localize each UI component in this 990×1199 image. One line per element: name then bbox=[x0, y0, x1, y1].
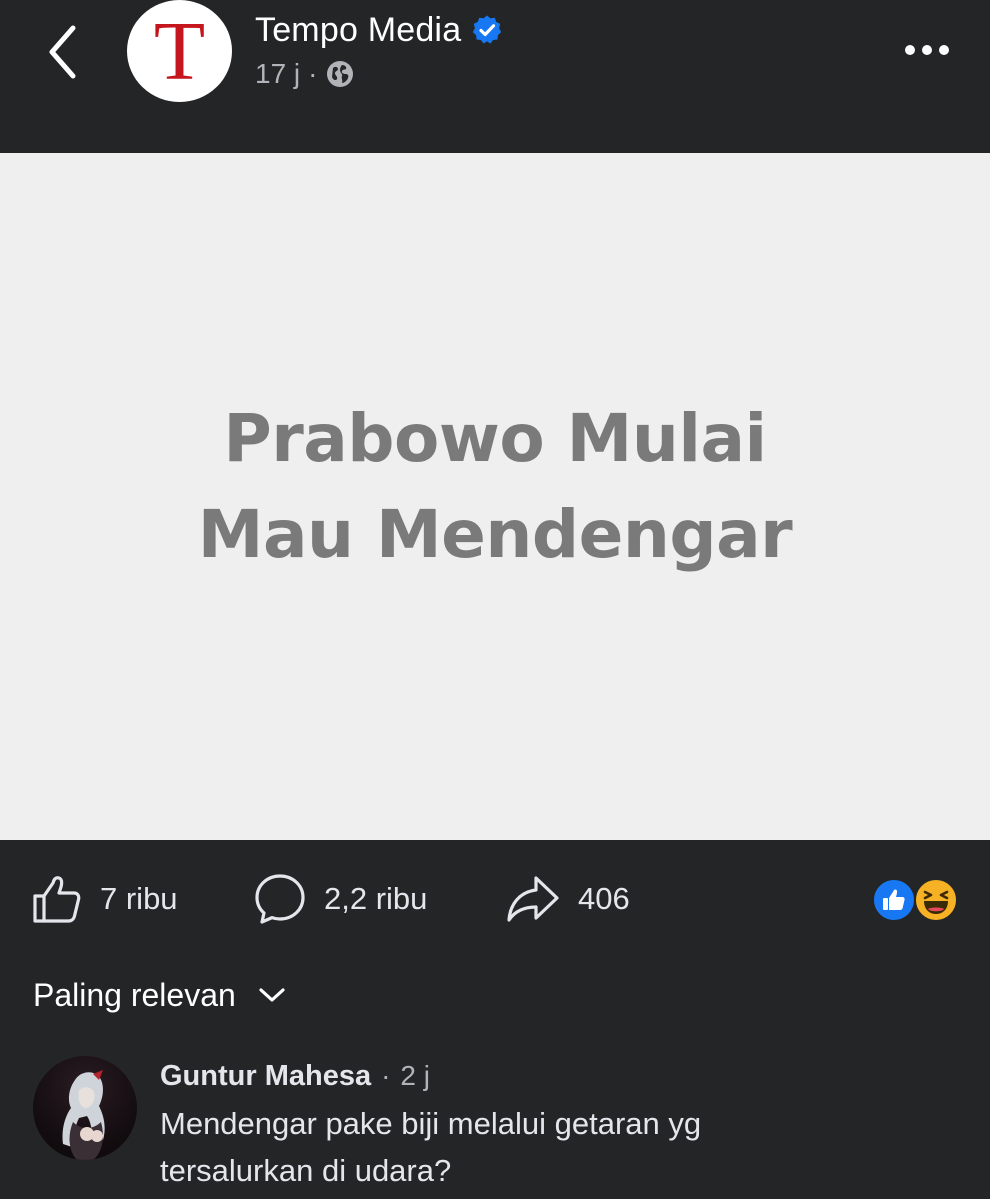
share-count: 406 bbox=[578, 881, 630, 916]
comment-count: 2,2 ribu bbox=[324, 881, 428, 916]
post-header: T Tempo Media 17 j · bbox=[0, 0, 990, 152]
commenter-avatar[interactable] bbox=[33, 1056, 137, 1160]
globe-icon bbox=[327, 61, 354, 87]
comment-bubble-icon bbox=[255, 874, 305, 924]
post-headline: Prabowo Mulai Mau Mendengar bbox=[197, 391, 793, 583]
comment-text: Mendengar pake biji melalui getaran yg t… bbox=[160, 1100, 920, 1194]
comment-item: Guntur Mahesa · 2 j Mendengar pake biji … bbox=[0, 1048, 990, 1199]
chevron-left-icon bbox=[49, 25, 76, 79]
comment-text-line-1: Mendengar pake biji melalui getaran yg bbox=[160, 1106, 702, 1141]
haha-reaction-icon bbox=[914, 878, 958, 922]
post-image[interactable]: Prabowo Mulai Mau Mendengar bbox=[0, 153, 990, 840]
verified-badge-icon bbox=[473, 15, 502, 44]
share-button[interactable]: 406 bbox=[506, 862, 630, 936]
comment-text-line-2: tersalurkan di udara? bbox=[160, 1153, 452, 1188]
comment-button[interactable]: 2,2 ribu bbox=[254, 862, 427, 936]
thumbs-up-icon bbox=[33, 876, 81, 923]
page-name-row: Tempo Media bbox=[255, 8, 503, 52]
comment-header: Guntur Mahesa · 2 j bbox=[160, 1056, 430, 1096]
post-meta: 17 j · bbox=[255, 56, 355, 92]
post-time[interactable]: 17 j bbox=[255, 58, 300, 90]
headline-line-1: Prabowo Mulai bbox=[223, 399, 767, 477]
sort-label: Paling relevan bbox=[33, 976, 236, 1013]
commenter-name[interactable]: Guntur Mahesa bbox=[160, 1060, 371, 1093]
page-avatar-letter: T bbox=[153, 5, 206, 98]
comment-time: 2 j bbox=[400, 1060, 430, 1091]
comment-meta-separator: · bbox=[381, 1060, 391, 1091]
headline-line-2: Mau Mendengar bbox=[197, 495, 793, 573]
page-name[interactable]: Tempo Media bbox=[255, 11, 461, 50]
comments-sort-dropdown[interactable]: Paling relevan bbox=[33, 970, 286, 1020]
more-dot bbox=[939, 45, 949, 55]
more-options-button[interactable] bbox=[898, 30, 956, 70]
chevron-down-icon bbox=[259, 988, 285, 1002]
more-horizontal-icon bbox=[905, 45, 915, 55]
like-button[interactable]: 7 ribu bbox=[32, 862, 178, 936]
reactions-summary[interactable] bbox=[872, 878, 962, 924]
more-dot bbox=[922, 45, 932, 55]
meta-separator: · bbox=[308, 58, 318, 89]
share-arrow-icon bbox=[507, 876, 559, 922]
post-actions: 7 ribu 2,2 ribu 406 bbox=[0, 862, 990, 936]
like-count: 7 ribu bbox=[100, 881, 178, 916]
page-avatar[interactable]: T bbox=[127, 0, 232, 102]
like-reaction-icon bbox=[872, 878, 916, 922]
back-button[interactable] bbox=[40, 22, 84, 82]
